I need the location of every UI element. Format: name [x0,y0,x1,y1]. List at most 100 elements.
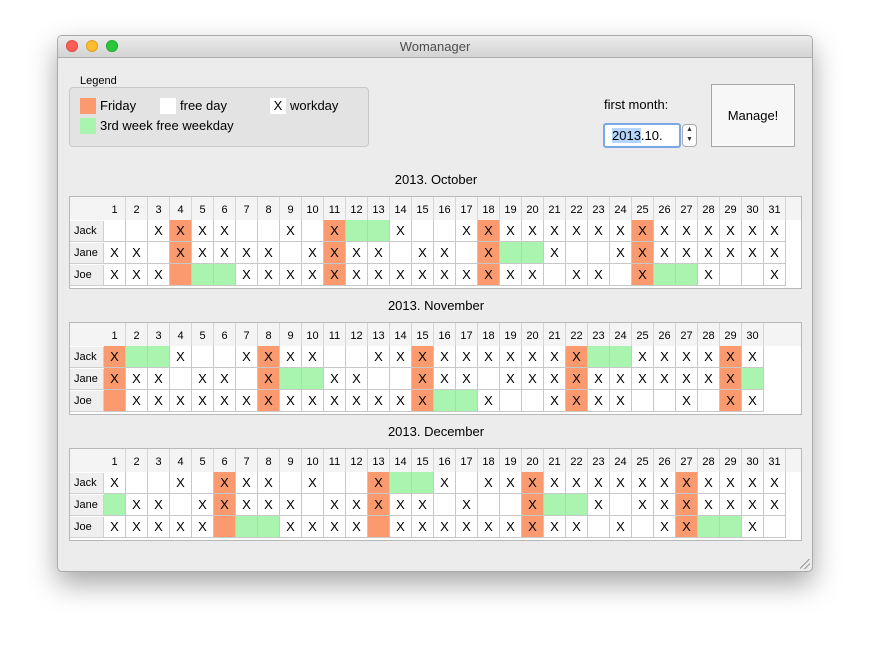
day-cell[interactable]: X [610,472,632,494]
day-cell[interactable] [170,264,192,286]
day-cell[interactable]: X [676,516,698,538]
day-cell[interactable]: X [478,390,500,412]
day-cell[interactable]: X [148,494,170,516]
day-cell[interactable]: X [698,368,720,390]
day-cell[interactable]: X [522,472,544,494]
day-cell[interactable]: X [192,368,214,390]
day-cell[interactable]: X [456,368,478,390]
day-cell[interactable]: X [412,346,434,368]
day-cell[interactable] [214,264,236,286]
month-grid-december[interactable]: 1 2 3 4 5 6 7 8 9 10 11 12 13 14 15 16 17 18 19 20 21 22 23 24 2… [69,448,802,541]
day-cell[interactable] [236,220,258,242]
day-cell[interactable] [456,242,478,264]
day-cell[interactable]: X [126,264,148,286]
day-cell[interactable]: X [654,472,676,494]
day-cell[interactable]: X [632,346,654,368]
day-cell[interactable]: X [280,390,302,412]
day-cell[interactable]: X [500,368,522,390]
day-cell[interactable]: X [522,264,544,286]
day-cell[interactable]: X [654,346,676,368]
day-cell[interactable]: X [390,390,412,412]
day-cell[interactable] [258,516,280,538]
day-cell[interactable]: X [566,516,588,538]
day-cell[interactable]: X [104,242,126,264]
day-cell[interactable] [302,494,324,516]
day-cell[interactable] [368,368,390,390]
day-cell[interactable]: X [258,390,280,412]
day-cell[interactable] [676,264,698,286]
day-cell[interactable] [192,264,214,286]
day-cell[interactable]: X [368,472,390,494]
day-cell[interactable] [280,472,302,494]
day-cell[interactable]: X [764,472,786,494]
day-cell[interactable]: X [368,264,390,286]
day-cell[interactable]: X [500,220,522,242]
day-cell[interactable]: X [676,220,698,242]
day-cell[interactable]: X [126,242,148,264]
day-cell[interactable]: X [654,516,676,538]
day-cell[interactable] [720,516,742,538]
day-cell[interactable]: X [192,220,214,242]
day-cell[interactable] [412,220,434,242]
day-cell[interactable]: X [148,516,170,538]
day-cell[interactable] [588,346,610,368]
day-cell[interactable]: X [236,346,258,368]
day-cell[interactable]: X [434,264,456,286]
day-cell[interactable] [368,220,390,242]
day-cell[interactable]: X [302,472,324,494]
day-cell[interactable]: X [434,368,456,390]
day-cell[interactable]: X [676,390,698,412]
day-cell[interactable] [214,346,236,368]
day-cell[interactable]: X [324,390,346,412]
day-cell[interactable] [566,494,588,516]
day-cell[interactable]: X [302,264,324,286]
day-cell[interactable]: X [720,494,742,516]
day-cell[interactable]: X [742,516,764,538]
day-cell[interactable]: X [654,242,676,264]
day-cell[interactable]: X [302,390,324,412]
day-cell[interactable] [632,390,654,412]
day-cell[interactable]: X [478,242,500,264]
day-cell[interactable] [478,494,500,516]
day-cell[interactable] [126,472,148,494]
day-cell[interactable] [104,220,126,242]
day-cell[interactable] [302,220,324,242]
day-cell[interactable]: X [566,368,588,390]
day-cell[interactable]: X [742,472,764,494]
day-cell[interactable]: X [170,220,192,242]
day-cell[interactable]: X [192,242,214,264]
day-cell[interactable]: X [302,242,324,264]
day-cell[interactable]: X [742,494,764,516]
day-cell[interactable]: X [148,264,170,286]
day-cell[interactable]: X [302,516,324,538]
day-cell[interactable] [588,516,610,538]
day-cell[interactable]: X [456,516,478,538]
day-cell[interactable]: X [170,516,192,538]
day-cell[interactable]: X [544,472,566,494]
day-cell[interactable]: X [104,472,126,494]
day-cell[interactable] [104,494,126,516]
day-cell[interactable]: X [522,368,544,390]
day-cell[interactable]: X [258,368,280,390]
stepper-down-icon[interactable]: ▼ [683,135,696,145]
day-cell[interactable]: X [280,516,302,538]
day-cell[interactable] [434,494,456,516]
day-cell[interactable]: X [544,516,566,538]
day-cell[interactable] [258,220,280,242]
day-cell[interactable] [632,516,654,538]
day-cell[interactable]: X [170,242,192,264]
day-cell[interactable]: X [236,242,258,264]
day-cell[interactable] [390,242,412,264]
day-cell[interactable]: X [500,516,522,538]
day-cell[interactable] [214,516,236,538]
day-cell[interactable]: X [148,368,170,390]
day-cell[interactable]: X [764,220,786,242]
day-cell[interactable]: X [412,516,434,538]
day-cell[interactable]: X [544,346,566,368]
day-cell[interactable]: X [390,264,412,286]
day-cell[interactable] [368,516,390,538]
day-cell[interactable]: X [698,264,720,286]
day-cell[interactable]: X [632,242,654,264]
day-cell[interactable]: X [456,264,478,286]
day-cell[interactable]: X [170,472,192,494]
